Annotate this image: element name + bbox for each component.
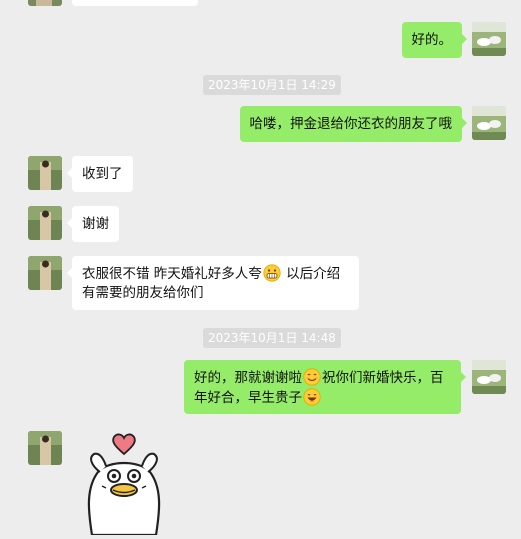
message-text: 好的。 xyxy=(411,32,453,48)
message-bubble-incoming[interactable]: 衣服很不错 昨天婚礼好多人夸 以后介绍 有需要的朋友给你们 xyxy=(67,256,359,310)
message-bubble-incoming[interactable]: 谢谢 xyxy=(67,206,119,242)
message-line: 好的，那就谢谢啦 祝你们新婚快乐，百 xyxy=(194,368,451,388)
message-text: 祝你们新婚快乐，百 xyxy=(322,370,444,386)
message-text: 以后介绍 xyxy=(281,266,341,282)
avatar-image xyxy=(28,206,62,240)
message-bubble-outgoing[interactable]: 好的，那就谢谢啦 祝你们新婚快乐，百 年好合，早生贵子 xyxy=(184,360,466,414)
message-bubble-incoming[interactable]: 收到了 xyxy=(67,156,133,192)
message-bubble-outgoing[interactable]: 哈喽，押金退给你还衣的朋友了哦 xyxy=(239,106,467,142)
avatar-image xyxy=(472,22,506,56)
message-text: 有需要的朋友给你们 xyxy=(82,285,204,301)
message-text: 年好合，早生贵子 xyxy=(194,390,302,406)
contact-avatar[interactable] xyxy=(28,156,62,190)
avatar-image xyxy=(472,360,506,394)
grin-emoji-icon xyxy=(263,264,281,282)
timestamp: 2023年10月1日 14:29 xyxy=(203,75,341,95)
message-line: 衣服很不错 昨天婚礼好多人夸 以后介绍 xyxy=(82,264,349,284)
contact-avatar[interactable] xyxy=(28,256,62,290)
message-text: 谢谢 xyxy=(82,216,109,232)
timestamp: 2023年10月1日 14:48 xyxy=(203,328,341,348)
message-text: 好的，那就谢谢啦 xyxy=(194,370,302,386)
contact-avatar[interactable] xyxy=(28,206,62,240)
avatar-image xyxy=(28,256,62,290)
avatar-image xyxy=(472,106,506,140)
avatar-image xyxy=(28,431,62,465)
message-text: 哈喽，押金退给你还衣的朋友了哦 xyxy=(249,116,453,132)
partial-incoming-avatar[interactable] xyxy=(28,0,62,6)
duck-heart-sticker[interactable] xyxy=(78,430,170,537)
contact-avatar[interactable] xyxy=(28,431,62,465)
message-text: 收到了 xyxy=(82,166,123,182)
partial-incoming-bubble xyxy=(72,0,198,6)
smile-emoji-icon xyxy=(303,368,321,386)
my-avatar[interactable] xyxy=(472,360,506,394)
my-avatar[interactable] xyxy=(472,106,506,140)
message-text: 衣服很不错 昨天婚礼好多人夸 xyxy=(82,266,262,282)
message-bubble-outgoing[interactable]: 好的。 xyxy=(401,22,467,58)
my-avatar[interactable] xyxy=(472,22,506,56)
avatar-image xyxy=(28,156,62,190)
avatar-image xyxy=(28,0,62,6)
message-line: 有需要的朋友给你们 xyxy=(82,284,349,303)
message-line: 年好合，早生贵子 xyxy=(194,388,451,408)
happy-emoji-icon xyxy=(303,388,321,406)
duck-heart-sticker-icon xyxy=(87,433,161,537)
